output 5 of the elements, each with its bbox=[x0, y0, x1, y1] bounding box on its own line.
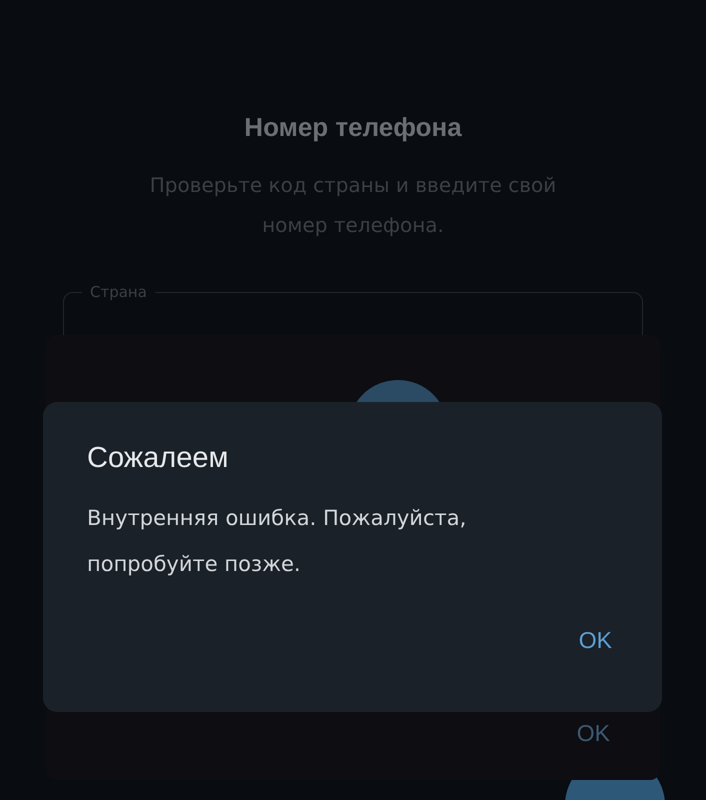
ok-button[interactable]: OK bbox=[578, 627, 612, 654]
dialog-message: Внутренняя ошибка. Пожалуйста, попробуйте позже. bbox=[87, 505, 468, 578]
screen-title: Номер телефона bbox=[244, 112, 462, 143]
ok-button[interactable]: OK bbox=[576, 720, 610, 747]
dialog-title: Сожалеем bbox=[87, 442, 230, 475]
